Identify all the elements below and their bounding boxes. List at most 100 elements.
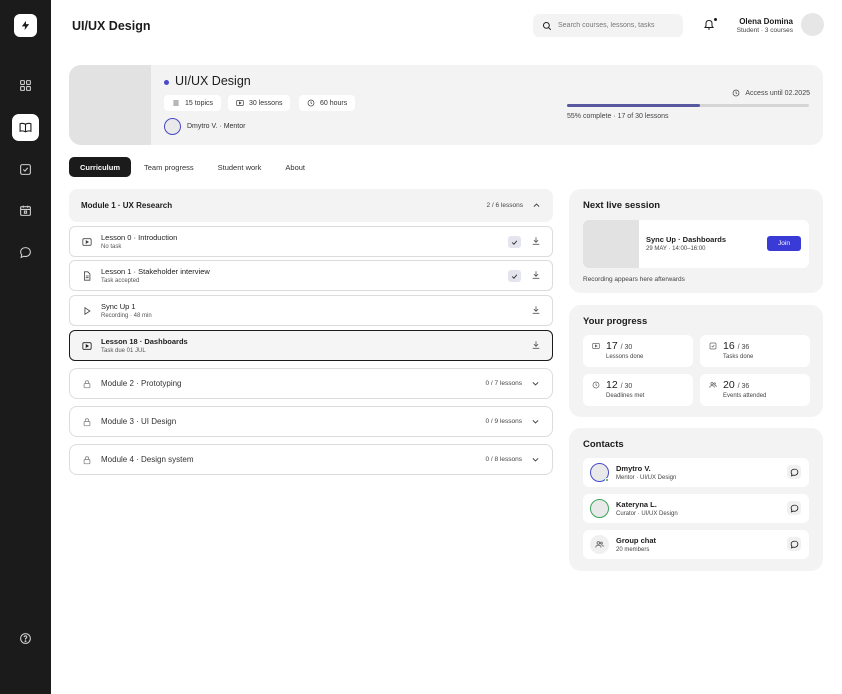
search-input[interactable]: [558, 22, 673, 29]
stat-total: / 36: [737, 344, 750, 351]
message-button[interactable]: [787, 465, 801, 479]
module-2-header[interactable]: Module 2 · Prototyping 0 / 7 lessons: [69, 368, 553, 399]
contact-item[interactable]: Dmytro V. Mentor · UI/UX Design: [583, 458, 809, 487]
lessons-chip: 30 lessons: [228, 95, 291, 111]
session-title: Sync Up · Dashboards: [646, 235, 727, 244]
lesson-row-current[interactable]: Lesson 18 · Dashboards Task due 01 JUL: [69, 330, 553, 361]
chevron-down-icon[interactable]: [531, 379, 540, 388]
stat-label: Tasks done: [723, 354, 754, 360]
people-icon: [595, 541, 604, 548]
module-4-header[interactable]: Module 4 · Design system 0 / 8 lessons: [69, 444, 553, 475]
course-tabs: Curriculum Team progress Student work Ab…: [69, 157, 318, 177]
chevron-down-icon[interactable]: [531, 417, 540, 426]
tab-curriculum[interactable]: Curriculum: [69, 157, 132, 177]
sidebar-item-messages[interactable]: [12, 239, 39, 266]
stat-total: / 30: [620, 383, 633, 390]
message-button[interactable]: [787, 501, 801, 515]
stat-label: Lessons done: [606, 354, 644, 360]
help-icon: [20, 633, 31, 644]
user-subtitle: Student · 3 courses: [736, 27, 793, 34]
chat-icon: [790, 468, 798, 477]
tab-student-work[interactable]: Student work: [207, 157, 273, 177]
lesson-row[interactable]: Lesson 0 · Introduction No task: [69, 226, 553, 257]
contact-name: Kateryna L.: [616, 500, 657, 509]
page-title: UI/UX Design: [72, 19, 151, 33]
online-indicator: [605, 478, 609, 482]
message-button[interactable]: [787, 537, 801, 551]
lightning-icon: [21, 20, 30, 31]
notifications-button[interactable]: [703, 18, 717, 32]
sidebar-item-tasks[interactable]: [12, 156, 39, 183]
lesson-row[interactable]: Lesson 1 · Stakeholder interview Task ac…: [69, 260, 553, 291]
chat-icon: [790, 540, 798, 549]
lesson-title: Lesson 1 · Stakeholder interview: [101, 267, 210, 276]
tab-about[interactable]: About: [274, 157, 316, 177]
course-status-dot: [164, 80, 169, 85]
lesson-row[interactable]: Sync Up 1 Recording · 48 min: [69, 295, 553, 326]
stat-label: Deadlines met: [606, 393, 645, 399]
module-title: Module 1 · UX Research: [81, 201, 173, 210]
user-name: Olena Domina: [739, 17, 793, 26]
course-cover-image: [69, 65, 151, 145]
sidebar-item-courses[interactable]: [12, 114, 39, 141]
lock-icon: [83, 380, 91, 389]
stat-value: 16: [723, 340, 735, 352]
module-3-header[interactable]: Module 3 · UI Design 0 / 9 lessons: [69, 406, 553, 437]
app-logo[interactable]: [14, 14, 37, 37]
video-icon: [82, 238, 92, 246]
session-thumbnail: [583, 220, 639, 268]
module-title: Module 3 · UI Design: [101, 417, 177, 426]
download-icon[interactable]: [531, 340, 541, 350]
lesson-title: Lesson 0 · Introduction: [101, 233, 178, 242]
lesson-status: No task: [101, 244, 122, 250]
document-icon: [84, 271, 91, 281]
stat-total: / 30: [620, 344, 633, 351]
mentor-avatar[interactable]: [164, 118, 181, 135]
stat-label: Events attended: [723, 393, 767, 399]
contact-name: Dmytro V.: [616, 464, 651, 473]
sidebar-item-calendar[interactable]: [12, 197, 39, 224]
stat-value: 20: [723, 379, 735, 391]
hours-count: 60 hours: [320, 99, 348, 107]
check-icon: [511, 239, 518, 245]
mentor-label: Dmytro V. · Mentor: [187, 123, 246, 130]
lesson-done-badge: [508, 270, 521, 282]
join-button[interactable]: Join: [767, 236, 801, 251]
hours-chip: 60 hours: [299, 95, 356, 111]
stat-tasks: 16 / 36 Tasks done: [700, 335, 810, 367]
video-icon: [82, 342, 92, 350]
download-icon[interactable]: [531, 236, 541, 246]
lesson-title: Sync Up 1: [101, 302, 136, 311]
access-until: Access until 02.2025: [745, 89, 810, 97]
contacts-card: Contacts Dmytro V. Mentor · UI/UX Design…: [569, 428, 823, 571]
module-title: Module 4 · Design system: [101, 455, 194, 464]
module-1-header[interactable]: Module 1 · UX Research 2 / 6 lessons: [69, 189, 553, 222]
tab-team-progress[interactable]: Team progress: [133, 157, 205, 177]
module-lesson-count: 0 / 7 lessons: [485, 380, 523, 387]
clock-icon: [592, 381, 600, 389]
search-bar[interactable]: [533, 14, 683, 37]
contact-role: Curator · UI/UX Design: [616, 511, 678, 517]
chevron-up-icon[interactable]: [532, 201, 541, 210]
topics-chip: 15 topics: [164, 95, 222, 111]
download-icon[interactable]: [531, 270, 541, 280]
chat-icon: [20, 247, 31, 259]
next-session-card: Next live session Sync Up · Dashboards 2…: [569, 189, 823, 293]
sidebar-item-help[interactable]: [12, 625, 39, 652]
contact-item[interactable]: Group chat 20 members: [583, 530, 809, 559]
clock-icon: [733, 89, 740, 97]
module-title: Module 2 · Prototyping: [101, 379, 182, 388]
contact-item[interactable]: Kateryna L. Curator · UI/UX Design: [583, 494, 809, 523]
group-avatar: [590, 535, 609, 554]
download-icon[interactable]: [531, 305, 541, 315]
contact-role: Mentor · UI/UX Design: [616, 475, 677, 481]
progress-card: Your progress 17 / 30 Lessons done 16 / …: [569, 305, 823, 417]
sidebar-item-dashboard[interactable]: [12, 72, 39, 99]
chevron-down-icon[interactable]: [531, 455, 540, 464]
contact-name: Group chat: [616, 536, 657, 545]
lesson-status: Task due 01 JUL: [101, 348, 146, 354]
module-lesson-count: 0 / 8 lessons: [485, 456, 523, 463]
contact-avatar: [590, 499, 609, 518]
video-icon: [236, 99, 244, 107]
user-avatar[interactable]: [801, 13, 824, 36]
